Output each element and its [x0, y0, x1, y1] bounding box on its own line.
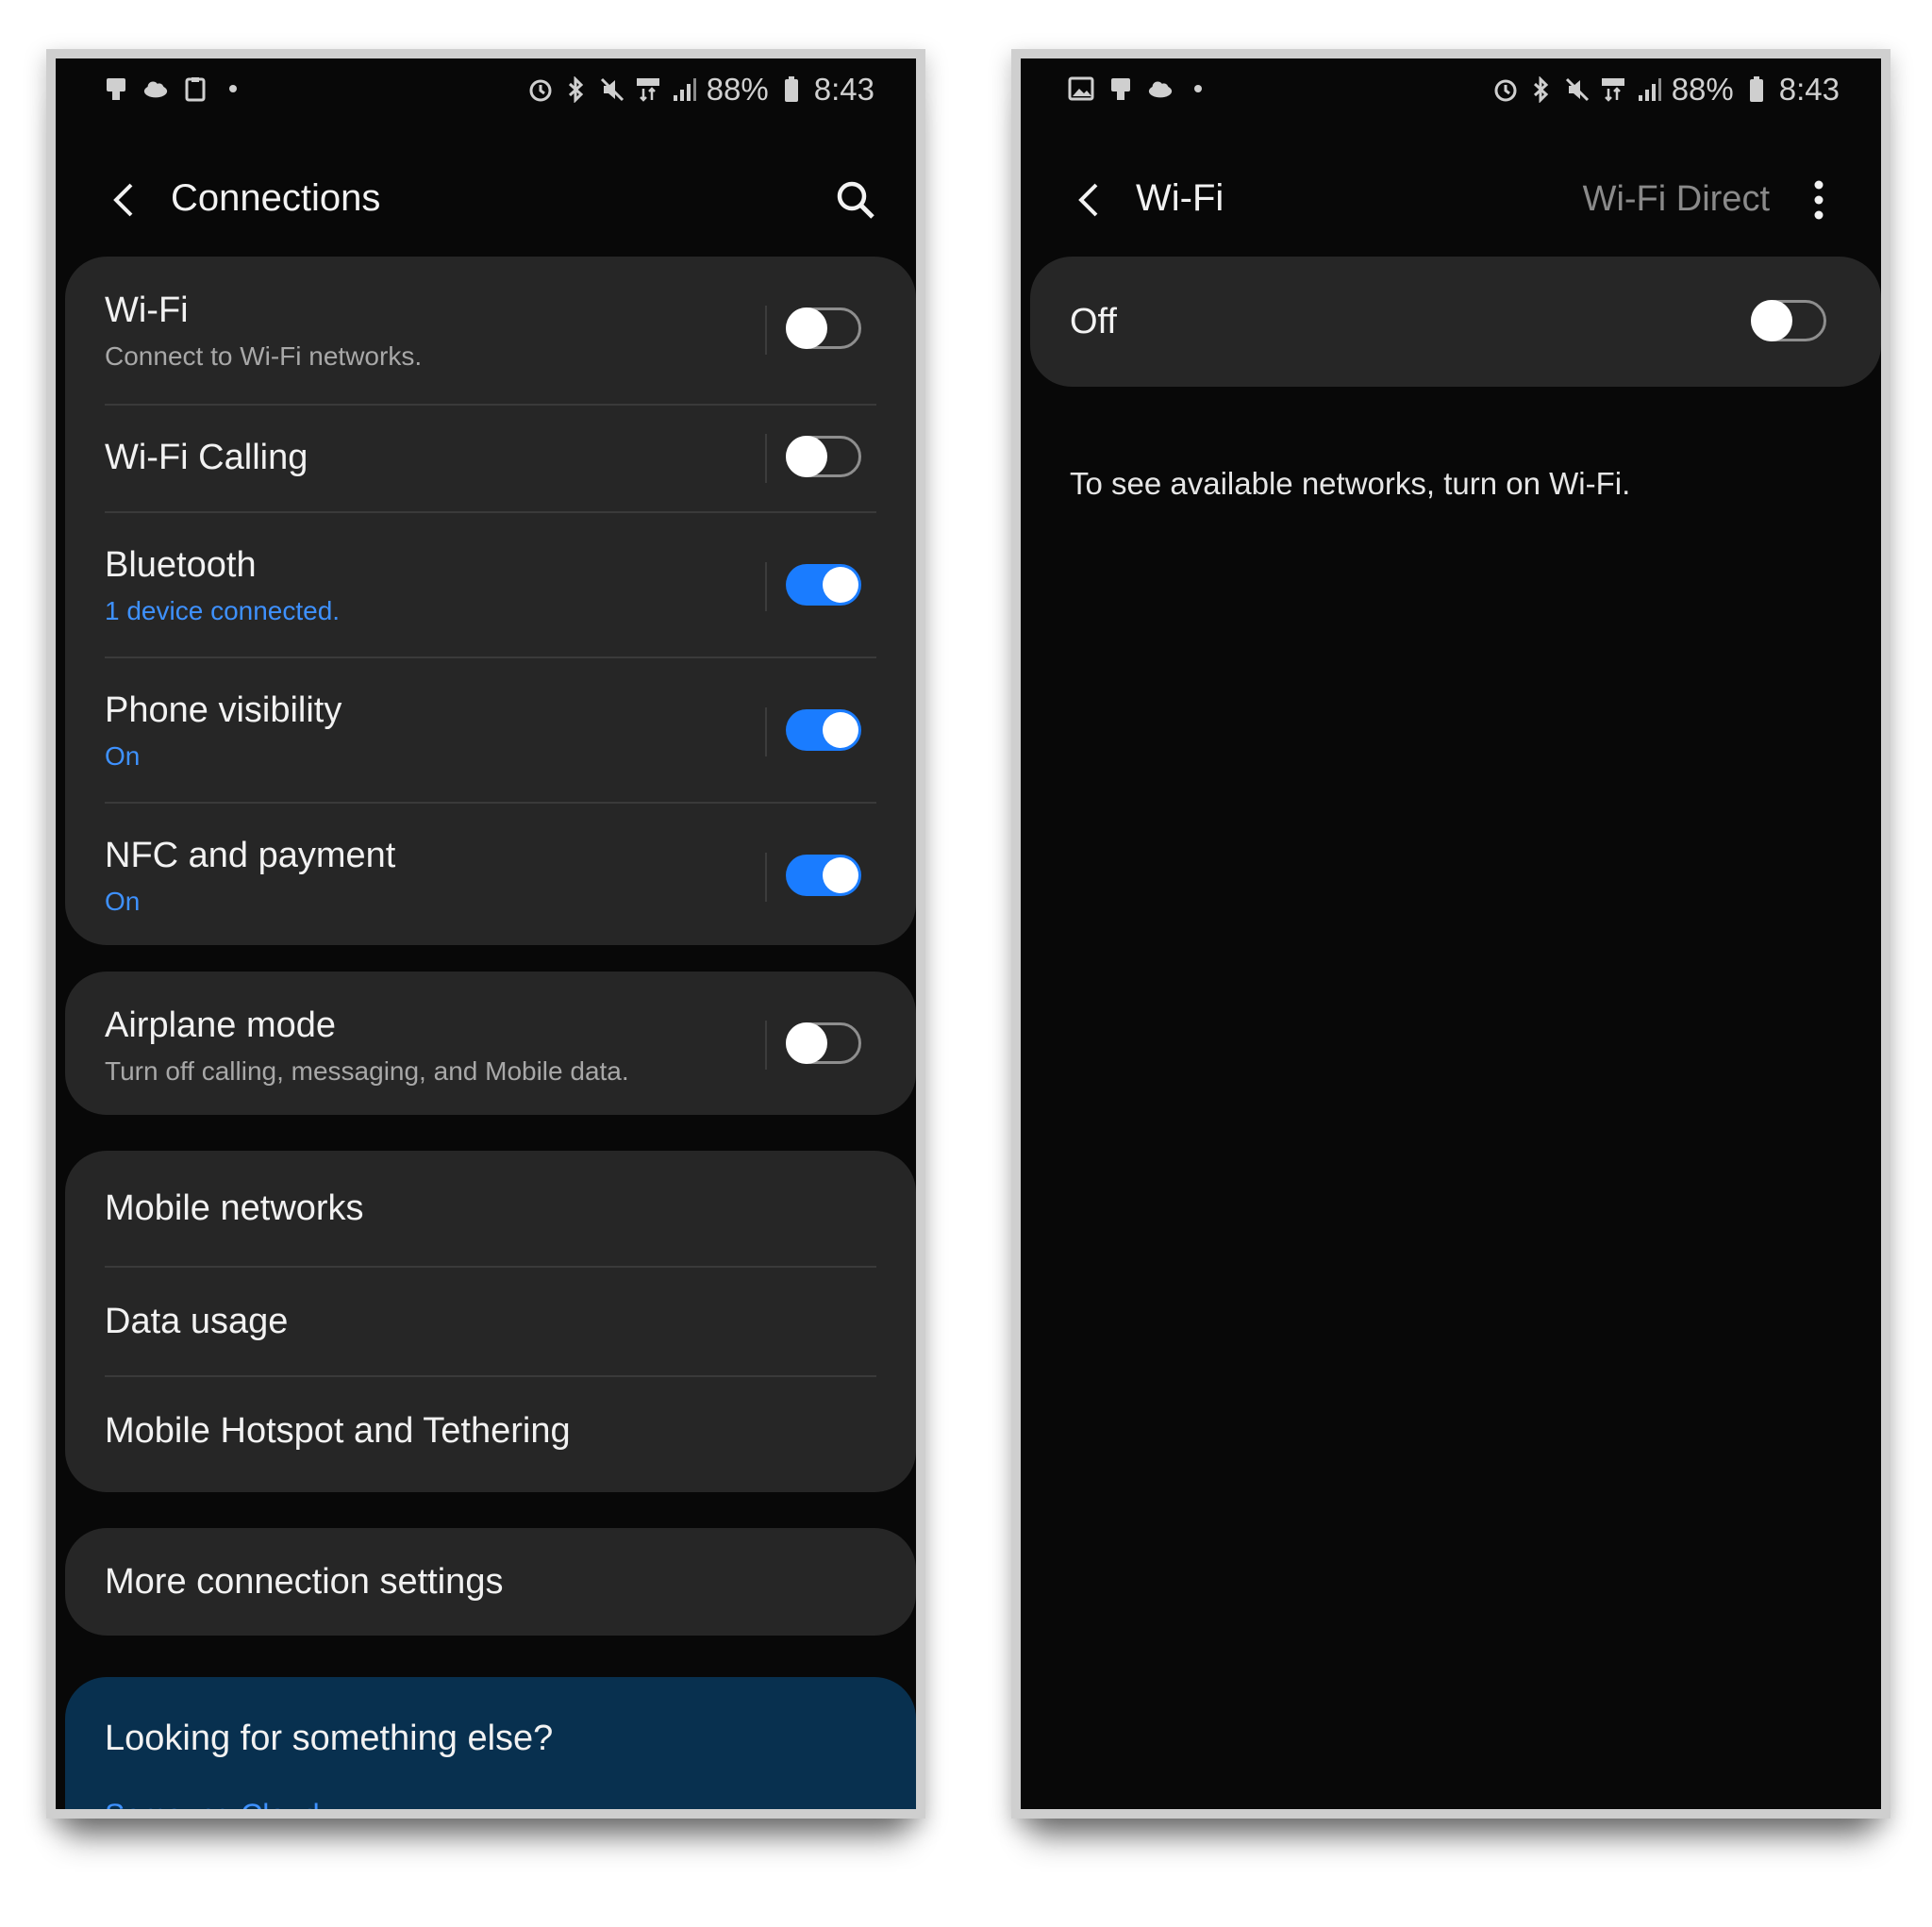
status-bar: 88% 8:43 [56, 58, 916, 125]
airplane-card: Airplane mode Turn off calling, messagin… [65, 972, 916, 1115]
page-title: Wi-Fi [1136, 177, 1224, 219]
wifi-calling-toggle[interactable] [786, 436, 861, 477]
phone-connections: 88% 8:43 Connections Wi-Fi Connect to Wi… [46, 49, 925, 1819]
wifi-toggle[interactable] [786, 307, 861, 349]
connections-screen: 88% 8:43 Connections Wi-Fi Connect to Wi… [56, 58, 916, 1809]
toggle-knob [1751, 300, 1792, 341]
wifi-row[interactable]: Wi-Fi Connect to Wi-Fi networks. [65, 257, 916, 404]
back-arrow-icon [1078, 183, 1098, 217]
app-bar: Wi-Fi Wi-Fi Direct [1021, 162, 1881, 238]
data-usage-label: Data usage [105, 1302, 289, 1341]
bluetooth-icon [563, 76, 590, 103]
nfc-toggle[interactable] [786, 855, 861, 896]
battery-percent: 88% [706, 72, 769, 107]
help-title: Looking for something else? [105, 1719, 554, 1758]
wifi-master-toggle[interactable] [1751, 300, 1826, 341]
device-sync-icon [1108, 75, 1134, 102]
cloud-icon [1147, 75, 1174, 102]
notification-dot-icon [229, 85, 237, 92]
bluetooth-label: Bluetooth [105, 545, 257, 585]
more-settings-card: More connection settings [65, 1528, 916, 1636]
nfc-sub: On [105, 887, 141, 916]
divider-vertical [765, 853, 767, 902]
battery-icon [1743, 76, 1770, 103]
phone-visibility-label: Phone visibility [105, 690, 342, 730]
airplane-row[interactable]: Airplane mode Turn off calling, messagin… [65, 972, 916, 1115]
wifi-master-card: Off [1030, 257, 1881, 387]
wifi-sub: Connect to Wi-Fi networks. [105, 341, 423, 371]
lte-icon [635, 76, 661, 103]
wifi-off-message: To see available networks, turn on Wi-Fi… [1070, 466, 1631, 501]
data-usage-row[interactable]: Data usage [65, 1268, 916, 1375]
wifi-master-row[interactable]: Off [1030, 257, 1881, 387]
wifi-label: Wi-Fi [105, 291, 189, 330]
airplane-label: Airplane mode [105, 1005, 337, 1045]
more-settings-row[interactable]: More connection settings [65, 1528, 916, 1636]
nfc-row[interactable]: NFC and payment On [65, 804, 916, 945]
toggle-knob [823, 567, 858, 603]
clock: 8:43 [813, 72, 874, 107]
samsung-cloud-link[interactable]: Samsung Cloud [105, 1798, 320, 1809]
bluetooth-row[interactable]: Bluetooth 1 device connected. [65, 513, 916, 656]
wifi-calling-row[interactable]: Wi-Fi Calling [65, 406, 916, 511]
bluetooth-icon [1528, 76, 1555, 103]
mute-icon [1564, 76, 1591, 103]
back-button[interactable] [105, 179, 142, 221]
page-title: Connections [171, 177, 381, 219]
divider-vertical [765, 1021, 767, 1070]
nfc-label: NFC and payment [105, 836, 396, 875]
search-button[interactable] [833, 177, 878, 223]
toggle-knob [786, 307, 827, 349]
bluetooth-toggle[interactable] [786, 564, 861, 606]
divider-vertical [765, 434, 767, 483]
alarm-icon [527, 76, 554, 103]
airplane-toggle[interactable] [786, 1022, 861, 1064]
mobile-networks-label: Mobile networks [105, 1188, 364, 1228]
phone-visibility-row[interactable]: Phone visibility On [65, 658, 916, 802]
status-bar: 88% 8:43 [1021, 58, 1881, 125]
back-arrow-icon [113, 183, 133, 217]
wifi-calling-label: Wi-Fi Calling [105, 438, 308, 477]
hotspot-label: Mobile Hotspot and Tethering [105, 1411, 571, 1451]
battery-percent: 88% [1671, 72, 1734, 107]
mute-icon [599, 76, 625, 103]
phone-visibility-toggle[interactable] [786, 709, 861, 751]
wifi-direct-button[interactable]: Wi-Fi Direct [1583, 179, 1770, 220]
clock: 8:43 [1778, 72, 1840, 107]
hotspot-row[interactable]: Mobile Hotspot and Tethering [65, 1377, 916, 1492]
phone-wifi: 88% 8:43 Wi-Fi Wi-Fi Direct Off To see a… [1011, 49, 1890, 1819]
divider-vertical [765, 707, 767, 756]
wifi-master-label: Off [1070, 302, 1117, 341]
toggle-knob [786, 436, 827, 477]
phone-visibility-sub: On [105, 741, 141, 771]
connections-card: Wi-Fi Connect to Wi-Fi networks. Wi-Fi C… [65, 257, 916, 945]
toggle-knob [786, 1022, 827, 1064]
search-icon [837, 181, 874, 219]
lte-icon [1600, 76, 1626, 103]
more-vertical-icon [1814, 180, 1824, 220]
cloud-icon [142, 75, 169, 102]
toggle-knob [823, 857, 858, 893]
airplane-sub: Turn off calling, messaging, and Mobile … [105, 1056, 629, 1086]
app-bar: Connections [56, 162, 916, 238]
device-sync-icon [103, 75, 129, 102]
battery-icon [778, 76, 805, 103]
notification-dot-icon [1194, 85, 1202, 92]
network-links-card: Mobile networks Data usage Mobile Hotspo… [65, 1151, 916, 1492]
more-settings-label: More connection settings [105, 1562, 504, 1602]
gallery-icon [1068, 75, 1094, 102]
alarm-icon [1492, 76, 1519, 103]
toggle-knob [823, 712, 858, 748]
bluetooth-sub: 1 device connected. [105, 596, 341, 625]
signal-icon [671, 76, 697, 103]
mobile-networks-row[interactable]: Mobile networks [65, 1151, 916, 1266]
more-options-button[interactable] [1811, 177, 1826, 223]
wifi-screen: 88% 8:43 Wi-Fi Wi-Fi Direct Off To see a… [1021, 58, 1881, 1809]
help-card: Looking for something else? Samsung Clou… [65, 1677, 916, 1809]
divider-vertical [765, 306, 767, 355]
signal-icon [1636, 76, 1662, 103]
divider-vertical [765, 562, 767, 611]
clipboard-icon [182, 75, 208, 102]
back-button[interactable] [1070, 179, 1108, 221]
